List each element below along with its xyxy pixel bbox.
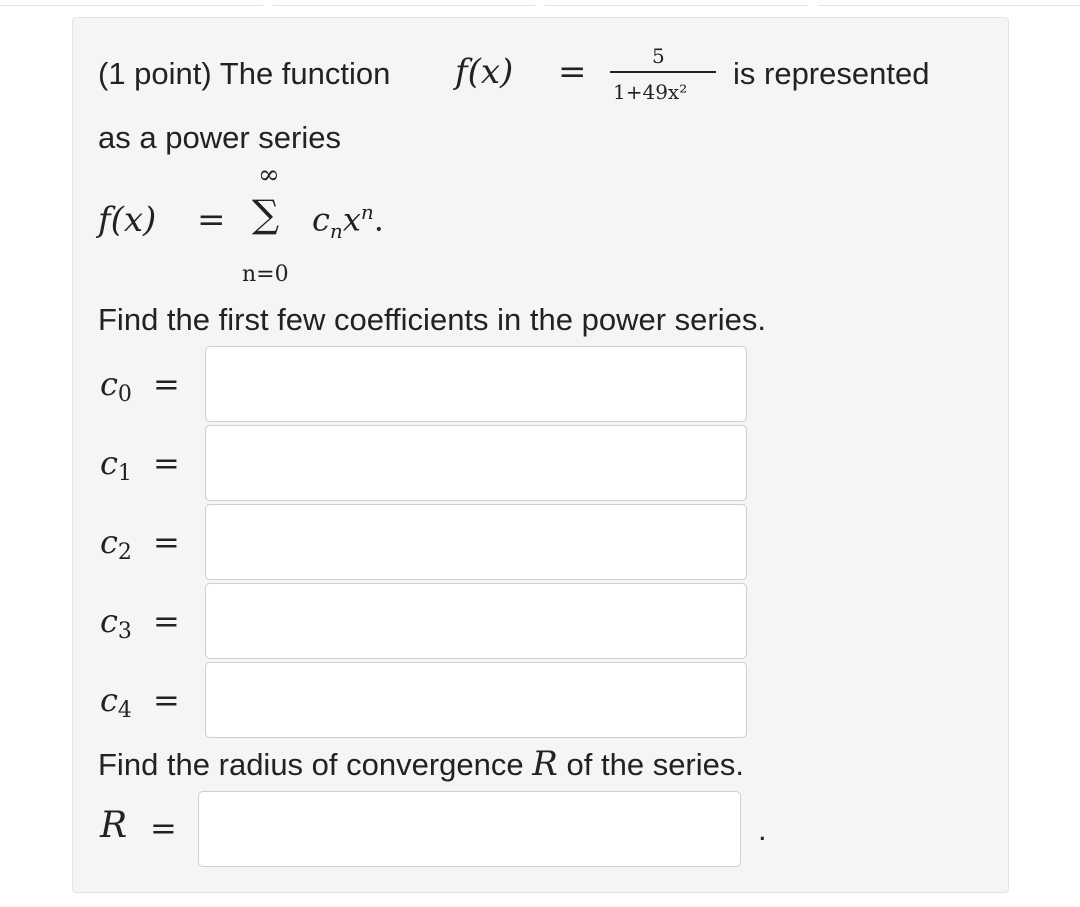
series-period: . (373, 200, 384, 239)
sum-upper-limit: ∞ (258, 160, 280, 190)
radius-label: R (100, 805, 128, 846)
c0-label: c0 (100, 365, 132, 407)
sum-lower-limit: n=0 (242, 262, 289, 287)
equals-sign: = (558, 52, 587, 92)
c4-input[interactable] (205, 662, 747, 738)
fraction-bar (610, 71, 716, 73)
radius-instruction: Find the radius of convergence R of the … (98, 746, 744, 783)
series-term: cnxn. (312, 200, 384, 243)
radius-input[interactable] (198, 791, 741, 867)
c2-label: c2 (100, 523, 132, 565)
c1-equals: = (153, 444, 180, 482)
radius-instruction-prefix: Find the radius of convergence (98, 747, 524, 782)
c1-label: c1 (100, 444, 132, 486)
c3-input[interactable] (205, 583, 747, 659)
series-term-x: x (342, 200, 361, 239)
c2-input[interactable] (205, 504, 747, 580)
fraction-numerator: 5 (652, 44, 665, 68)
series-term-c: c (312, 200, 330, 239)
c4-label: c4 (100, 681, 132, 723)
c0-input[interactable] (205, 346, 747, 422)
c2-equals: = (153, 523, 180, 561)
function-lhs: f(x) (455, 52, 514, 92)
series-term-subscript: n (329, 219, 343, 244)
c4-equals: = (153, 681, 180, 719)
c1-input[interactable] (205, 425, 747, 501)
radius-instruction-suffix: of the series. (566, 747, 744, 782)
power-series-text: as a power series (98, 120, 341, 155)
radius-symbol-inline: R (532, 744, 558, 784)
series-term-exponent: n (360, 200, 374, 224)
fraction-denominator: 1+49x² (613, 80, 688, 104)
c0-equals: = (153, 365, 180, 403)
coefficients-instruction: Find the first few coefficients in the p… (98, 302, 766, 337)
c3-equals: = (153, 602, 180, 640)
intro-prefix: (1 point) The function (98, 56, 391, 91)
top-strip (0, 0, 1080, 6)
series-lhs: f(x) (98, 200, 157, 240)
series-equals: = (197, 200, 226, 240)
radius-equals: = (150, 809, 177, 847)
intro-suffix: is represented (733, 56, 930, 91)
radius-trailing-period: . (758, 812, 767, 847)
sum-sigma: ∑ (252, 192, 280, 236)
c3-label: c3 (100, 602, 132, 644)
